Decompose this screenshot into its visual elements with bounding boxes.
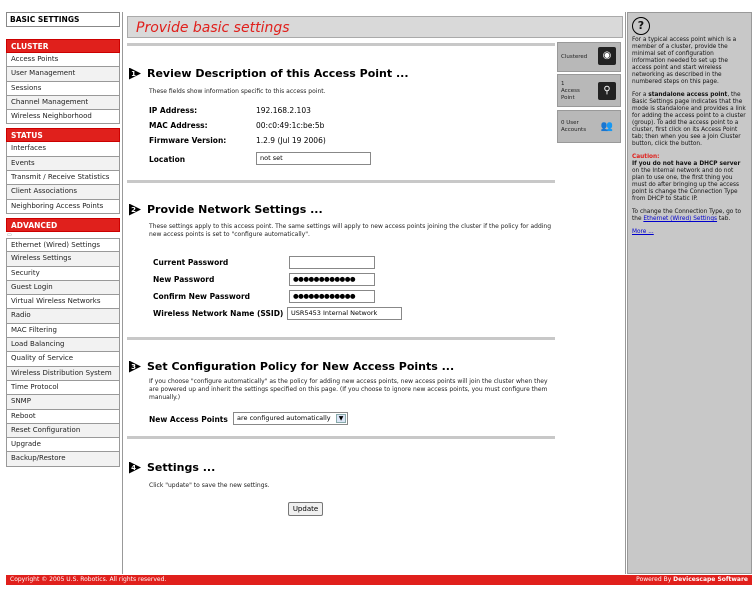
nav-item-wireless-neighborhood[interactable]: Wireless Neighborhood [6, 110, 120, 125]
section4-title: 4 Settings ... [129, 461, 215, 474]
help-caution: Caution: If you do not have a DHCP server… [632, 154, 741, 202]
more-link[interactable]: More ... [632, 229, 654, 235]
user-accounts-status[interactable]: 0 User Accounts 👥 [557, 110, 621, 143]
current-password-input[interactable] [289, 256, 375, 269]
left-nav: BASIC SETTINGS CLUSTER Access Points Use… [6, 12, 120, 467]
section3-title: 3 Set Configuration Policy for New Acces… [129, 360, 454, 373]
firmware-value: 1.2.9 (Jul 19 2006) [256, 136, 326, 145]
firmware-label: Firmware Version: [149, 136, 227, 145]
nav-advanced-heading: ADVANCED [6, 217, 120, 232]
access-point-icon: ⚲ [598, 82, 616, 100]
nav-item-mac-filtering[interactable]: MAC Filtering [6, 323, 120, 339]
nav-item-snmp[interactable]: SNMP [6, 395, 120, 410]
update-button[interactable]: Update [288, 502, 323, 516]
divider [127, 436, 555, 439]
section1-title: 1 Review Description of this Access Poin… [129, 67, 409, 80]
page-title: Provide basic settings [136, 20, 290, 36]
mac-label: MAC Address: [149, 121, 208, 130]
nav-item-sessions[interactable]: Sessions [6, 81, 120, 96]
nav-cluster-heading: CLUSTER [6, 39, 120, 53]
footer: Copyright © 2005 U.S. Robotics. All righ… [6, 575, 752, 585]
access-point-status[interactable]: 1 Access Point ⚲ [557, 74, 621, 107]
mac-value: 00:c0:49:1c:be:5b [256, 121, 325, 130]
nav-item-reset-config[interactable]: Reset Configuration [6, 423, 120, 439]
nav-item-user-management[interactable]: User Management [6, 67, 120, 82]
step-2-icon: 2 [129, 203, 141, 216]
nav-item-channel-management[interactable]: Channel Management [6, 95, 120, 111]
divider [127, 43, 555, 46]
new-ap-select[interactable]: are configured automatically ▼ [233, 412, 348, 425]
new-ap-label: New Access Points [149, 415, 228, 424]
nav-item-neighboring-aps[interactable]: Neighboring Access Points [6, 199, 120, 214]
nav-item-events[interactable]: Events [6, 156, 120, 172]
nav-item-transmit-receive[interactable]: Transmit / Receive Statistics [6, 171, 120, 186]
section4-desc: Click "update" to save the new settings. [149, 482, 270, 489]
nav-item-radio[interactable]: Radio [6, 309, 120, 324]
nav-item-security[interactable]: Security [6, 266, 120, 281]
section1-desc: These fields show information specific t… [149, 88, 326, 95]
section2-desc: These settings apply to this access poin… [149, 223, 552, 238]
step-3-icon: 3 [129, 360, 141, 373]
nav-item-access-points[interactable]: Access Points [6, 53, 120, 68]
chevron-down-icon[interactable]: ▼ [336, 414, 346, 423]
confirm-password-input[interactable]: ●●●●●●●●●●●● [289, 290, 375, 303]
ip-value: 192.168.2.103 [256, 106, 311, 115]
help-panel: ? For a typical access point which is a … [627, 12, 752, 574]
step-1-icon: 1 [129, 67, 141, 80]
location-label: Location [149, 155, 186, 164]
nav-item-wds[interactable]: Wireless Distribution System [6, 366, 120, 381]
confirm-password-label: Confirm New Password [153, 292, 251, 301]
nav-item-backup-restore[interactable]: Backup/Restore [6, 452, 120, 467]
nav-item-interfaces[interactable]: Interfaces [6, 142, 120, 157]
new-password-label: New Password [153, 275, 215, 284]
nav-item-qos[interactable]: Quality of Service [6, 352, 120, 367]
help-p4: To change the Connection Type, go to the… [632, 209, 742, 222]
ethernet-settings-link[interactable]: Ethernet (Wired) Settings [643, 216, 717, 222]
nav-item-load-balancing[interactable]: Load Balancing [6, 338, 120, 353]
nav-item-wireless-settings[interactable]: Wireless Settings [6, 252, 120, 267]
new-password-input[interactable]: ●●●●●●●●●●●● [289, 273, 375, 286]
section3-desc: If you choose "configure automatically" … [149, 378, 548, 401]
nav-item-reboot[interactable]: Reboot [6, 409, 120, 424]
title-bar: Provide basic settings [127, 16, 623, 38]
cluster-icon: ◉ [598, 47, 616, 65]
ip-label: IP Address: [149, 106, 198, 115]
clustered-status[interactable]: Clustered ◉ [557, 42, 621, 72]
help-p1: For a typical access point which is a me… [632, 37, 737, 85]
help-icon: ? [632, 17, 650, 35]
current-password-label: Current Password [153, 258, 229, 267]
nav-item-time-protocol[interactable]: Time Protocol [6, 380, 120, 396]
users-icon: 👥 [598, 118, 616, 136]
nav-item-ethernet[interactable]: Ethernet (Wired) Settings [6, 237, 120, 253]
main-content: Provide basic settings 1 Review Descript… [122, 12, 626, 574]
nav-item-upgrade[interactable]: Upgrade [6, 438, 120, 453]
nav-status-heading: STATUS [6, 128, 120, 143]
nav-basic-settings[interactable]: BASIC SETTINGS [6, 12, 120, 27]
nav-item-client-associations[interactable]: Client Associations [6, 185, 120, 200]
step-4-icon: 4 [129, 461, 141, 474]
ssid-label: Wireless Network Name (SSID) [153, 309, 284, 318]
ssid-input[interactable]: USR5453 Internal Network [287, 307, 402, 320]
location-input[interactable]: not set [256, 152, 371, 165]
nav-item-guest-login[interactable]: Guest Login [6, 280, 120, 296]
powered-by: Powered By Devicescape Software [636, 576, 748, 583]
section2-title: 2 Provide Network Settings ... [129, 203, 323, 216]
divider [127, 180, 555, 183]
divider [127, 337, 555, 340]
copyright: Copyright © 2005 U.S. Robotics. All righ… [10, 576, 167, 583]
help-p2: For a standalone access point, the Basic… [632, 92, 746, 147]
nav-item-vwn[interactable]: Virtual Wireless Networks [6, 295, 120, 310]
